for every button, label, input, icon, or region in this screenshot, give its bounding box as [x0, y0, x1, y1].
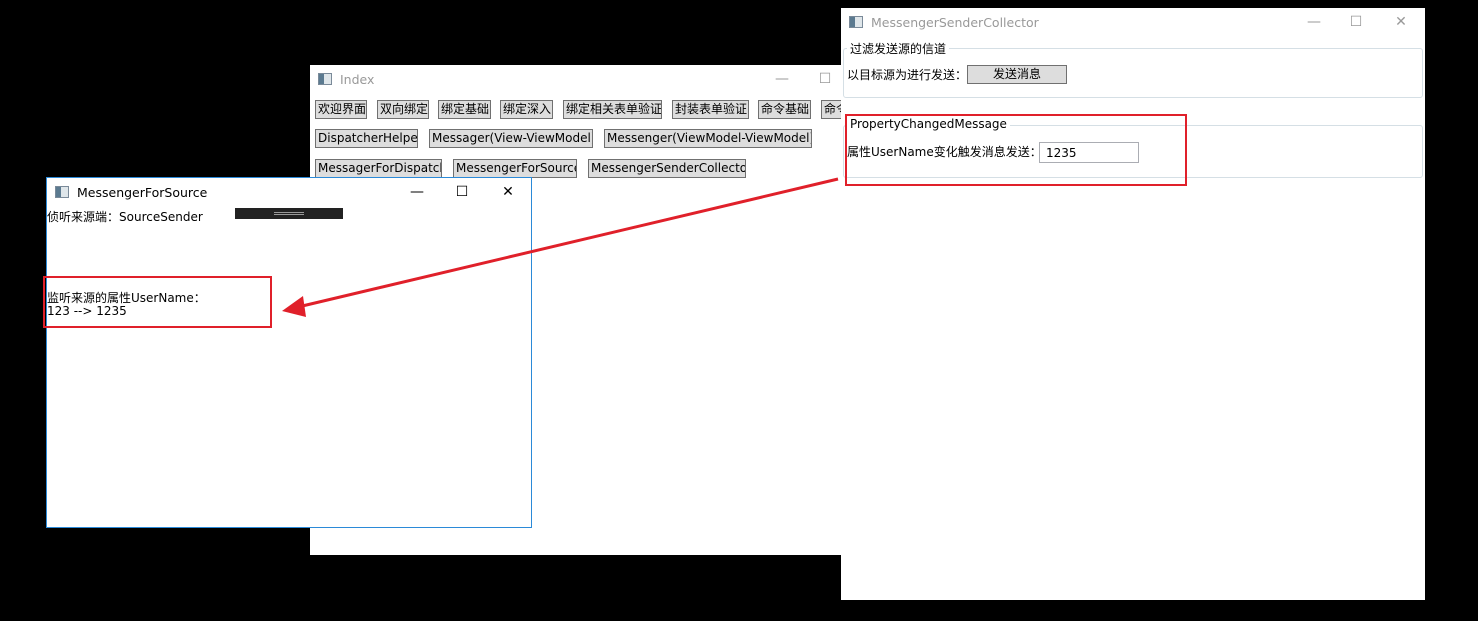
arrow-line [297, 177, 839, 309]
annotation-arrow [282, 177, 839, 317]
arrow-head-icon [282, 296, 306, 317]
